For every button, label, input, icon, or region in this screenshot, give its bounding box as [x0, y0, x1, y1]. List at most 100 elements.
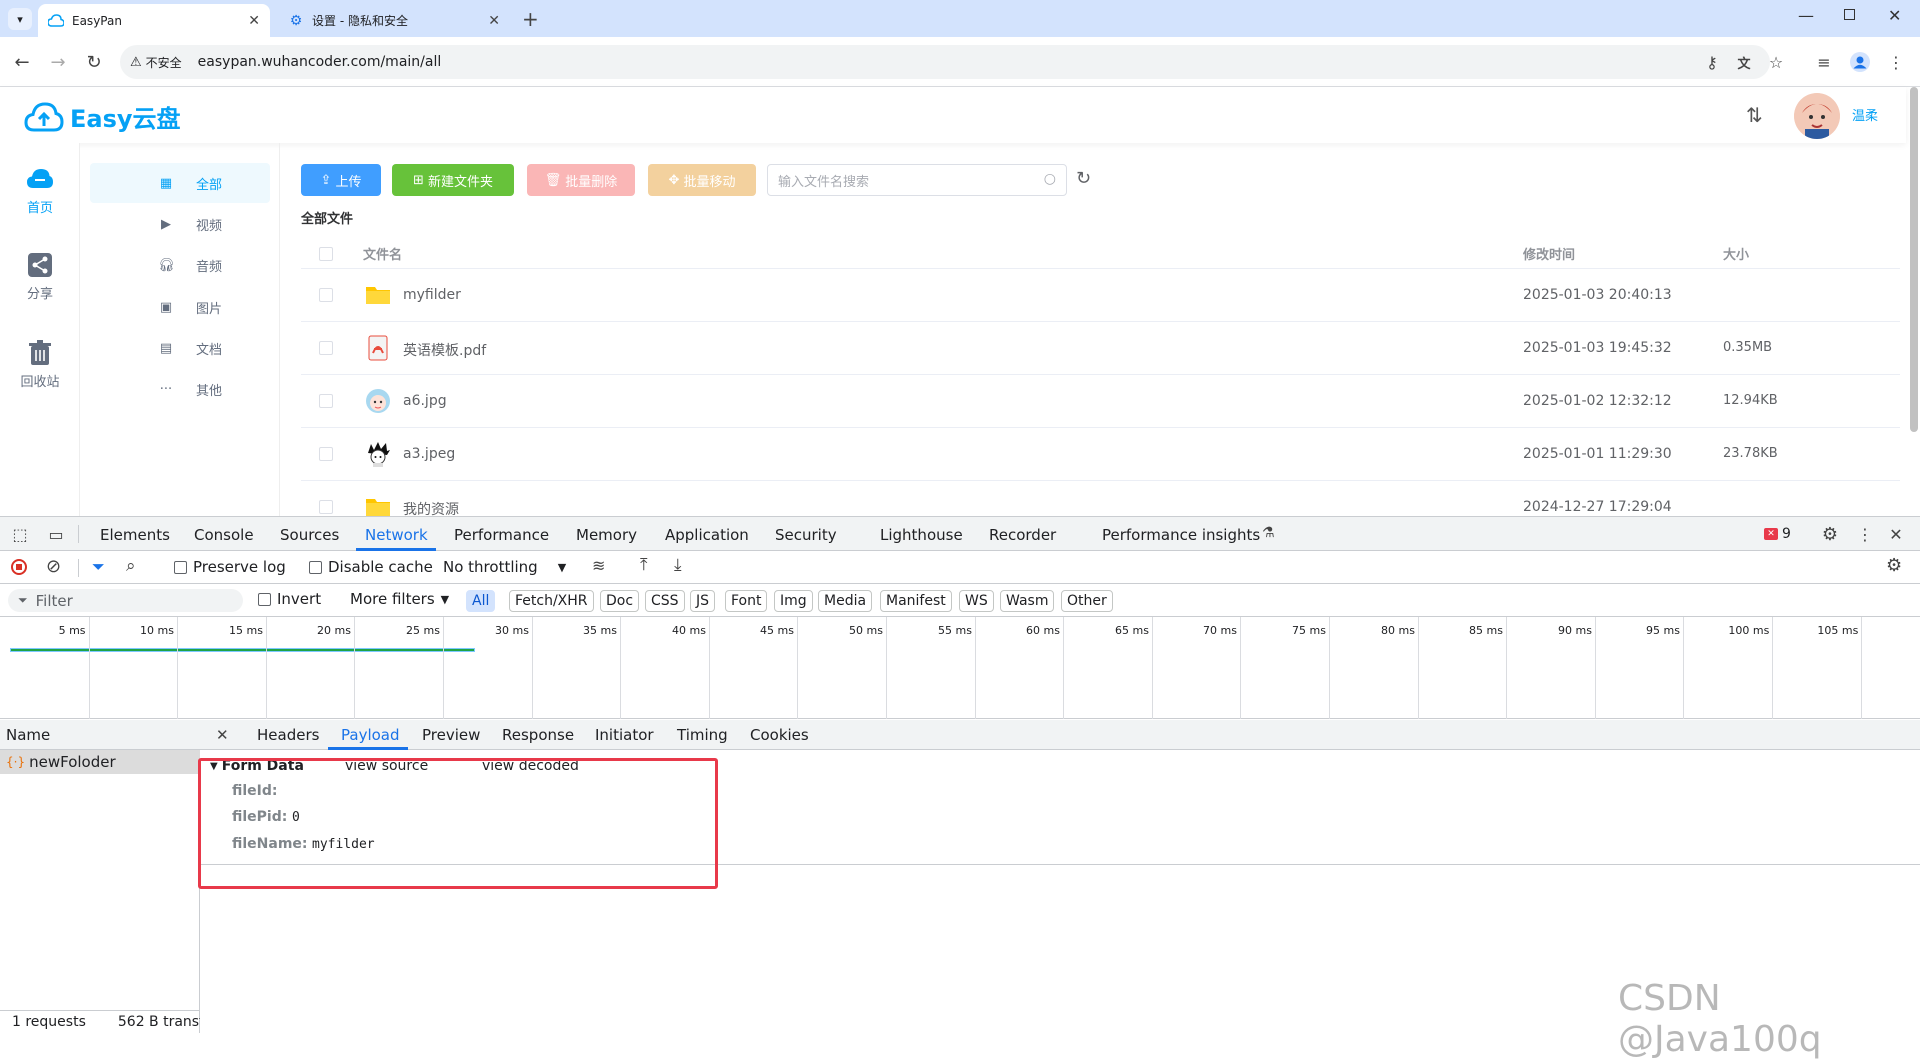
type-filter-font[interactable]: Font [725, 590, 768, 612]
rail-item-recycle[interactable]: 回收站 [0, 339, 80, 390]
row-checkbox[interactable] [319, 394, 333, 408]
devtools-tab-console[interactable]: Console [194, 526, 254, 544]
detail-tab-headers[interactable]: Headers [257, 726, 319, 744]
column-header-name[interactable]: 文件名 [363, 244, 402, 263]
devtools-tab-memory[interactable]: Memory [576, 526, 637, 544]
invert-checkbox[interactable]: Invert [258, 590, 321, 608]
throttling-select[interactable]: No throttling ▼ [443, 558, 566, 576]
type-filter-doc[interactable]: Doc [600, 590, 640, 612]
avatar[interactable] [1794, 93, 1840, 139]
import-har-icon[interactable]: ⤒ [640, 555, 648, 575]
devtools-menu-icon[interactable]: ⋮ [1855, 524, 1875, 544]
restore-icon[interactable] [1844, 9, 1855, 20]
filter-input[interactable]: ⏷ Filter [8, 589, 243, 612]
type-filter-ws[interactable]: WS [959, 590, 994, 612]
detail-tab-preview[interactable]: Preview [422, 726, 480, 744]
error-counter[interactable]: ✕ 9 [1764, 526, 1791, 542]
type-filter-manifest[interactable]: Manifest [880, 590, 952, 612]
close-tab-icon[interactable]: ✕ [248, 13, 260, 29]
type-filter-all[interactable]: All [466, 590, 496, 612]
column-header-size[interactable]: 大小 [1723, 244, 1749, 263]
sub-item-all[interactable]: ▦ 全部 [90, 163, 270, 203]
file-name[interactable]: a6.jpg [403, 393, 447, 409]
disable-cache-checkbox[interactable]: Disable cache [309, 558, 433, 576]
close-detail-icon[interactable]: ✕ [216, 726, 229, 744]
name-column-header[interactable]: Name [0, 720, 200, 750]
table-row[interactable]: a3.jpeg 2025-01-01 11:29:30 23.78KB [301, 428, 1900, 481]
type-filter-js[interactable]: JS [690, 590, 716, 612]
batch-move-button[interactable]: ✥ 批量移动 [648, 164, 756, 196]
devtools-tab-lighthouse[interactable]: Lighthouse [880, 526, 963, 544]
close-devtools-icon[interactable]: ✕ [1886, 524, 1906, 544]
reload-icon[interactable]: ↻ [82, 50, 106, 74]
column-header-mtime[interactable]: 修改时间 [1523, 244, 1575, 263]
reading-list-icon[interactable]: ≡ [1812, 50, 1836, 74]
file-name[interactable]: a3.jpeg [403, 446, 455, 462]
type-filter-img[interactable]: Img [774, 590, 813, 612]
sub-item-other[interactable]: ··· 其他 [90, 369, 270, 409]
transfer-sort-icon[interactable]: ⇅ [1746, 103, 1763, 127]
export-har-icon[interactable]: ⤓ [674, 555, 682, 575]
type-filter-media[interactable]: Media [818, 590, 873, 612]
detail-tab-response[interactable]: Response [502, 726, 574, 744]
select-all-checkbox[interactable] [319, 247, 333, 261]
table-row[interactable]: a6.jpg 2025-01-02 12:32:12 12.94KB [301, 375, 1900, 428]
record-stop-icon[interactable] [11, 559, 27, 575]
row-checkbox[interactable] [319, 500, 333, 514]
table-row[interactable]: myfilder 2025-01-03 20:40:13 [301, 269, 1900, 322]
devtools-tab-elements[interactable]: Elements [100, 526, 170, 544]
sub-item-image[interactable]: ▣ 图片 [90, 287, 270, 327]
detail-tab-cookies[interactable]: Cookies [750, 726, 809, 744]
file-name[interactable]: 我的资源 [403, 499, 459, 516]
device-toolbar-icon[interactable]: ▭ [46, 524, 66, 544]
profile-icon[interactable] [1848, 50, 1872, 74]
filter-funnel-icon[interactable]: ⏷ [92, 557, 105, 577]
search-icon[interactable]: ⌕ [126, 556, 136, 576]
tab-search-button[interactable]: ▾ [8, 8, 32, 30]
network-settings-icon[interactable]: ⚙ [1886, 555, 1902, 576]
sub-item-audio[interactable]: 🎧︎ 音频 [90, 245, 270, 285]
new-tab-icon[interactable]: + [522, 7, 539, 31]
devtools-tab-application[interactable]: Application [665, 526, 749, 544]
refresh-icon[interactable]: ↻ [1076, 168, 1091, 189]
rail-item-share[interactable]: 分享 [0, 251, 80, 302]
address-bar[interactable]: ⚠ 不安全 easypan.wuhancoder.com/main/all [120, 45, 1770, 79]
file-name[interactable]: myfilder [403, 287, 461, 303]
file-name[interactable]: 英语模板.pdf [403, 340, 486, 360]
browser-tab-easypan[interactable]: EasyPan ✕ [38, 4, 270, 37]
star-icon[interactable]: ☆ [1764, 50, 1788, 74]
inspect-element-icon[interactable]: ⬚ [10, 524, 30, 544]
clear-icon[interactable]: ⊘ [46, 556, 61, 577]
devtools-tab-sources[interactable]: Sources [280, 526, 339, 544]
browser-tab-settings[interactable]: ⚙ 设置 - 隐私和安全 ✕ [278, 4, 510, 37]
close-tab-icon[interactable]: ✕ [488, 13, 500, 29]
devtools-tab-recorder[interactable]: Recorder [989, 526, 1056, 544]
minimize-icon[interactable]: — [1798, 6, 1814, 25]
row-checkbox[interactable] [319, 288, 333, 302]
devtools-tab-security[interactable]: Security [775, 526, 837, 544]
table-row[interactable]: 英语模板.pdf 2025-01-03 19:45:32 0.35MB [301, 322, 1900, 375]
detail-tab-payload[interactable]: Payload [341, 726, 400, 744]
detail-tab-initiator[interactable]: Initiator [595, 726, 654, 744]
new-folder-button[interactable]: ⊞ 新建文件夹 [392, 164, 514, 196]
preserve-log-checkbox[interactable]: Preserve log [174, 558, 286, 576]
more-filters-dropdown[interactable]: More filters ▼ [350, 590, 449, 608]
type-filter-other[interactable]: Other [1061, 590, 1113, 612]
batch-delete-button[interactable]: 🗑︎ 批量删除 [527, 164, 635, 196]
file-search-input[interactable]: 输入文件名搜索 ○ [767, 164, 1067, 196]
devtools-tab-performance[interactable]: Performance [454, 526, 549, 544]
app-logo[interactable]: Easy云盘 [24, 99, 181, 134]
settings-gear-icon[interactable]: ⚙ [1820, 524, 1840, 545]
table-row[interactable]: 我的资源 2024-12-27 17:29:04 [301, 481, 1900, 516]
rail-item-home[interactable]: 首页 [0, 165, 80, 216]
upload-button[interactable]: ⇪ 上传 [301, 164, 381, 196]
key-icon[interactable]: ⚷ [1700, 50, 1724, 74]
close-window-icon[interactable]: ✕ [1888, 6, 1901, 25]
row-checkbox[interactable] [319, 341, 333, 355]
sub-item-doc[interactable]: ▤ 文档 [90, 328, 270, 368]
devtools-tab-network[interactable]: Network [365, 526, 428, 544]
row-checkbox[interactable] [319, 447, 333, 461]
detail-tab-timing[interactable]: Timing [677, 726, 728, 744]
sub-item-video[interactable]: ▶ 视频 [90, 204, 270, 244]
type-filter-fetch-xhr[interactable]: Fetch/XHR [509, 590, 594, 612]
